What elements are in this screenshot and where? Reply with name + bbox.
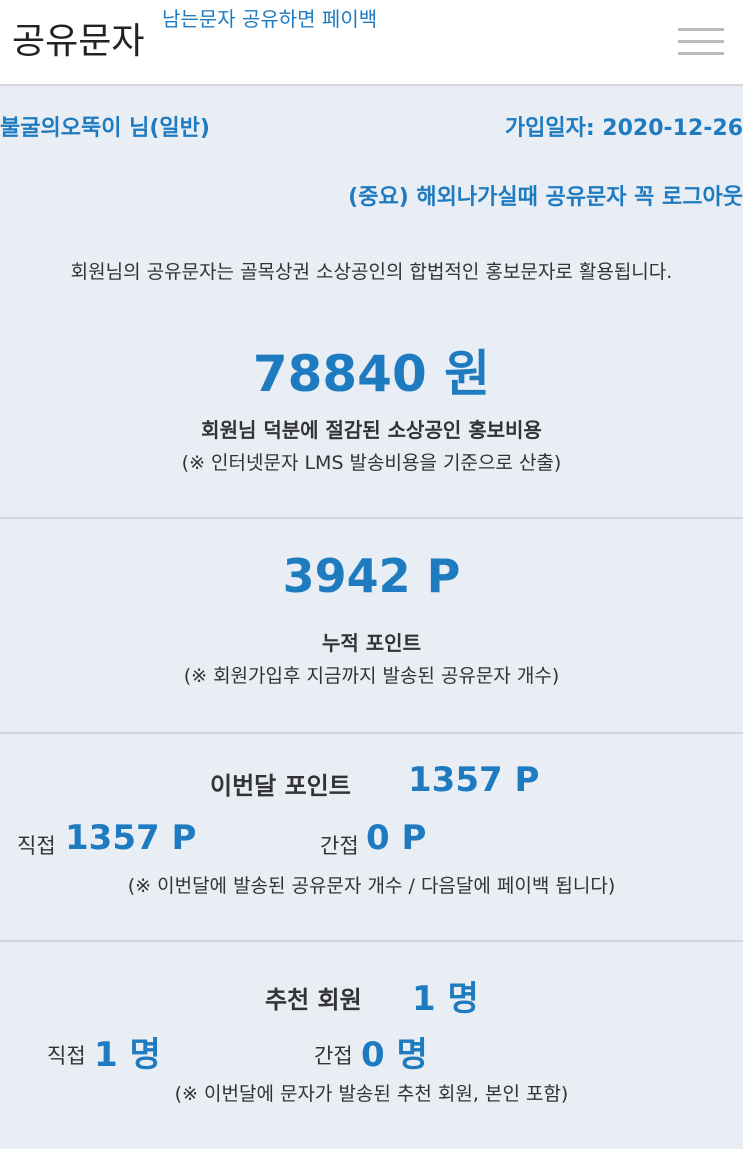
referral-label: 추천 회원	[265, 986, 362, 1014]
monthly-indirect-label: 간접	[320, 834, 359, 858]
referral-value: 1 명	[412, 979, 479, 1019]
referral-direct-value: 1 명	[94, 1035, 161, 1075]
points-note: (※ 회원가입후 지금까지 발송된 공유문자 개수)	[183, 665, 560, 687]
intro-text: 회원님의 공유문자는 골목상권 소상공인의 합법적인 홍보문자로 활용됩니다.	[70, 261, 673, 283]
menu-bar	[678, 52, 724, 55]
section-divider	[0, 732, 743, 734]
section-divider	[0, 940, 743, 942]
hamburger-menu-icon[interactable]	[678, 26, 726, 60]
referral-indirect-label: 간접	[314, 1044, 353, 1068]
monthly-note: (※ 이번달에 발송된 공유문자 개수 / 다음달에 페이백 됩니다)	[127, 875, 616, 897]
logout-notice-link[interactable]: (중요) 해외나가실때 공유문자 꼭 로그아웃	[348, 179, 743, 211]
app-tagline: 남는문자 공유하면 페이백	[162, 7, 378, 31]
monthly-direct-label: 직접	[17, 834, 56, 858]
menu-bar	[678, 40, 724, 43]
savings-note: (※ 인터넷문자 LMS 발송비용을 기준으로 산출)	[181, 452, 562, 474]
user-name: 불굴의오뚝이 님(일반)	[0, 116, 210, 141]
menu-bar	[678, 28, 724, 31]
monthly-indirect-value: 0 P	[366, 818, 427, 858]
savings-caption: 회원님 덕분에 절감된 소상공인 홍보비용	[201, 418, 542, 442]
join-date: 가입일자: 2020-12-26	[504, 116, 743, 141]
monthly-points-label: 이번달 포인트	[210, 772, 351, 800]
referral-direct-label: 직접	[47, 1044, 86, 1068]
referral-note: (※ 이번달에 문자가 발송된 추천 회원, 본인 포함)	[174, 1083, 569, 1105]
points-caption: 누적 포인트	[322, 631, 421, 655]
savings-amount: 78840 원	[252, 345, 491, 403]
monthly-points-value: 1357 P	[408, 760, 540, 800]
points-amount: 3942 P	[282, 549, 461, 603]
section-divider	[0, 517, 743, 519]
referral-indirect-value: 0 명	[361, 1035, 428, 1075]
monthly-direct-value: 1357 P	[65, 818, 197, 858]
app-title[interactable]: 공유문자	[12, 12, 144, 64]
app-header: 공유문자 남는문자 공유하면 페이백	[0, 0, 743, 86]
